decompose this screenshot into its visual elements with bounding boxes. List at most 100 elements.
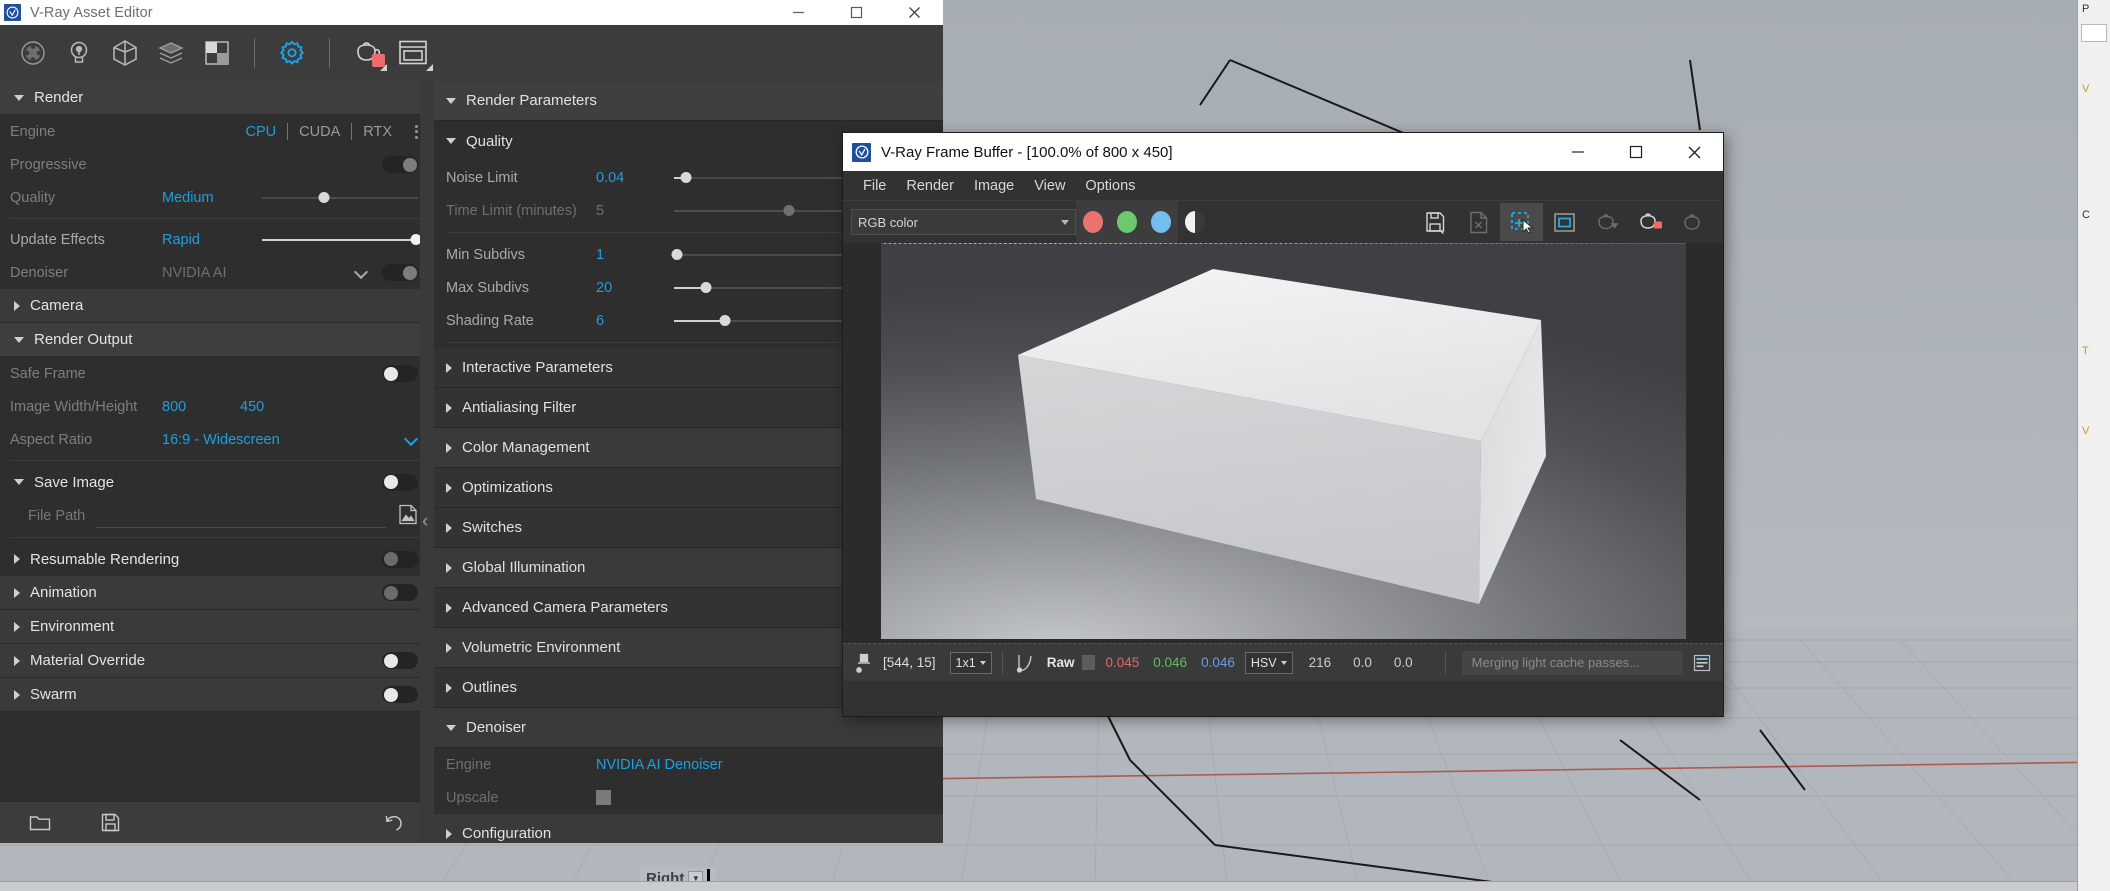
row-quality[interactable]: Quality Medium <box>0 181 434 214</box>
row-aspect-ratio[interactable]: Aspect Ratio 16:9 - Widescreen <box>0 423 434 456</box>
section-render-output[interactable]: Render Output <box>0 323 434 357</box>
image-height-input[interactable]: 450 <box>240 399 264 415</box>
textures-icon[interactable] <box>148 30 194 76</box>
shading-rate-slider[interactable] <box>674 312 843 329</box>
close-button[interactable] <box>885 0 943 25</box>
asset-editor-window-controls[interactable] <box>769 0 943 25</box>
materials-icon[interactable] <box>10 30 56 76</box>
frame-buffer-menubar[interactable]: File Render Image View Options <box>843 171 1723 201</box>
section-render[interactable]: Render <box>0 81 434 115</box>
row-file-path[interactable]: File Path <box>0 499 434 533</box>
lights-icon[interactable] <box>56 30 102 76</box>
pixel-probe-icon[interactable] <box>851 653 877 673</box>
export-image-icon[interactable] <box>1457 203 1500 241</box>
section-save-image[interactable]: Save Image <box>0 465 434 499</box>
section-camera[interactable]: Camera <box>0 289 434 323</box>
menu-file[interactable]: File <box>853 178 896 194</box>
maximize-button[interactable] <box>1607 133 1665 171</box>
row-progressive[interactable]: Progressive <box>0 148 434 181</box>
dropdown-corner-icon[interactable] <box>426 64 433 71</box>
min-subdivs-slider[interactable] <box>671 246 843 263</box>
denoiser-engine-value[interactable]: NVIDIA AI Denoiser <box>596 757 723 773</box>
upscale-checkbox[interactable] <box>596 790 611 805</box>
save-scene-icon[interactable] <box>92 808 128 838</box>
row-update-effects[interactable]: Update Effects Rapid <box>0 223 434 256</box>
aspect-ratio-value[interactable]: 16:9 - Widescreen <box>162 432 280 448</box>
close-button[interactable] <box>1665 133 1723 171</box>
row-safe-frame[interactable]: Safe Frame <box>0 357 434 390</box>
file-path-input[interactable] <box>95 504 386 528</box>
menu-options[interactable]: Options <box>1075 178 1145 194</box>
more-options-icon[interactable] <box>415 124 418 139</box>
settings-gear-icon[interactable] <box>269 30 315 76</box>
engine-option-group[interactable]: CPU CUDA RTX <box>235 123 418 140</box>
rendered-image[interactable] <box>880 243 1686 639</box>
update-effects-value[interactable]: Rapid <box>162 232 244 248</box>
vray-asset-editor-window[interactable]: V-Ray Asset Editor Render Engine CPU CUD… <box>0 0 943 843</box>
quality-value[interactable]: Medium <box>162 190 244 206</box>
section-configuration[interactable]: Configuration <box>434 814 943 843</box>
zoom-mode-select[interactable]: 1x1 <box>949 651 992 674</box>
frame-buffer-titlebar[interactable]: V-Ray Frame Buffer - [100.0% of 800 x 45… <box>843 133 1723 171</box>
side-panel-search[interactable] <box>2081 24 2107 42</box>
resumable-rendering-toggle[interactable] <box>382 550 418 568</box>
save-image-toggle[interactable] <box>382 473 418 491</box>
alpha-channel-button[interactable] <box>1178 201 1212 243</box>
frame-buffer-window-controls[interactable] <box>1549 133 1723 171</box>
chevron-down-icon[interactable] <box>355 266 368 279</box>
menu-image[interactable]: Image <box>964 178 1024 194</box>
render-teapot-icon[interactable] <box>344 30 390 76</box>
row-denoiser[interactable]: Denoiser NVIDIA AI <box>0 256 434 289</box>
quality-slider[interactable] <box>262 189 418 206</box>
section-resumable-rendering[interactable]: Resumable Rendering <box>0 542 434 576</box>
asset-editor-toolbar[interactable] <box>0 25 943 81</box>
geometry-icon[interactable] <box>102 30 148 76</box>
rhino-side-panel[interactable]: P V C T V <box>2077 0 2110 891</box>
frame-buffer-status-bar[interactable]: [544, 15] 1x1 Raw 0.045 0.046 0.046 HSV … <box>843 643 1723 681</box>
continue-render-icon[interactable] <box>1586 203 1629 241</box>
row-denoiser-engine[interactable]: Engine NVIDIA AI Denoiser <box>434 748 943 781</box>
render-preview-area[interactable] <box>843 243 1723 643</box>
noise-limit-slider[interactable] <box>674 169 843 186</box>
image-file-icon[interactable] <box>398 504 418 529</box>
update-effects-slider[interactable] <box>262 231 422 248</box>
denoiser-toggle[interactable] <box>382 264 418 281</box>
min-subdivs-value[interactable]: 1 <box>596 247 656 263</box>
engine-option-cuda[interactable]: CUDA <box>288 124 351 140</box>
red-channel-button[interactable] <box>1076 201 1110 243</box>
row-upscale[interactable]: Upscale <box>434 781 943 814</box>
color-curve-icon[interactable] <box>1013 653 1039 673</box>
maximize-button[interactable] <box>827 0 885 25</box>
menu-view[interactable]: View <box>1024 178 1075 194</box>
section-render-parameters[interactable]: Render Parameters <box>434 81 943 121</box>
time-limit-value[interactable]: 5 <box>596 203 656 219</box>
vray-frame-buffer-window[interactable]: V-Ray Frame Buffer - [100.0% of 800 x 45… <box>843 133 1723 716</box>
chevron-down-icon[interactable] <box>1061 219 1069 225</box>
swarm-toggle[interactable] <box>382 686 418 703</box>
engine-option-cpu[interactable]: CPU <box>235 124 288 140</box>
region-render-icon[interactable] <box>1500 203 1543 241</box>
image-width-input[interactable]: 800 <box>162 399 240 415</box>
minimize-button[interactable] <box>1549 133 1607 171</box>
time-limit-slider[interactable] <box>674 202 843 219</box>
render-elements-icon[interactable] <box>194 30 240 76</box>
revert-icon[interactable] <box>376 808 412 838</box>
max-subdivs-value[interactable]: 20 <box>596 280 656 296</box>
section-animation[interactable]: Animation <box>0 576 434 610</box>
frame-buffer-icon[interactable] <box>390 30 436 76</box>
safe-frame-toggle[interactable] <box>382 365 418 382</box>
save-image-icon[interactable] <box>1414 203 1457 241</box>
asset-editor-footer[interactable] <box>0 801 434 843</box>
row-engine[interactable]: Engine CPU CUDA RTX <box>0 115 434 148</box>
progressive-toggle[interactable] <box>382 156 418 173</box>
shading-rate-value[interactable]: 6 <box>596 313 656 329</box>
material-override-toggle[interactable] <box>382 652 418 669</box>
settings-left-column[interactable]: Render Engine CPU CUDA RTX Progressive Q… <box>0 81 434 843</box>
section-environment[interactable]: Environment <box>0 610 434 644</box>
blue-channel-button[interactable] <box>1144 201 1178 243</box>
row-image-size[interactable]: Image Width/Height 800 450 <box>0 390 434 423</box>
minimize-button[interactable] <box>769 0 827 25</box>
green-channel-button[interactable] <box>1110 201 1144 243</box>
frame-buffer-toolbar[interactable]: RGB color <box>843 201 1723 243</box>
engine-option-rtx[interactable]: RTX <box>352 124 403 140</box>
